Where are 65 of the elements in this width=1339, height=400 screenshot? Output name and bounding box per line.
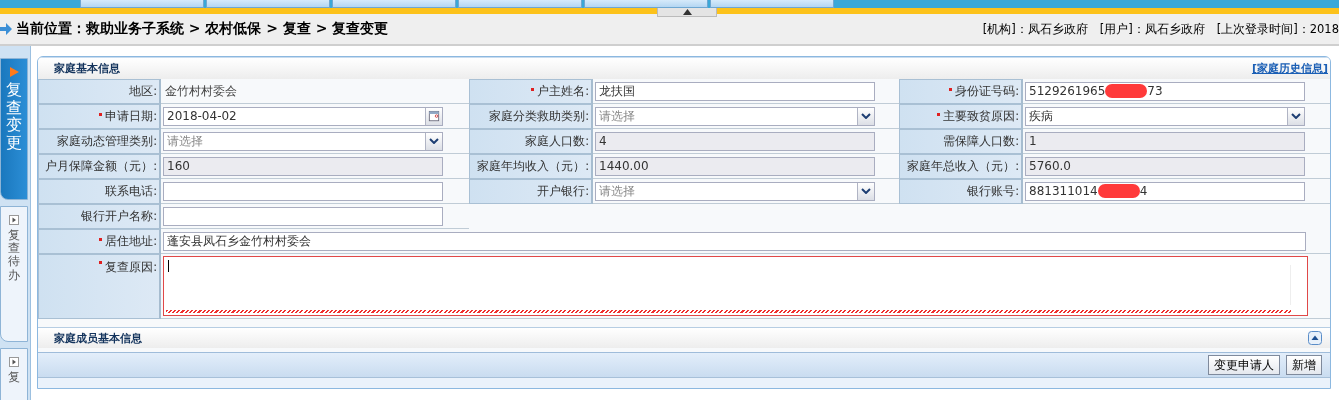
field-label: 身份证号码: [899,79,1023,104]
toolbar-button[interactable]: 新增 [1286,355,1322,375]
field-label: 家庭动态管理类别: [38,129,161,154]
readonly-field: 5760.0 [1025,156,1305,176]
readonly-field: 4 [595,131,875,151]
top-tab[interactable] [458,0,582,8]
dropdown-icon [861,113,871,119]
expand-icon [9,215,19,225]
readonly-field: 160 [163,156,443,176]
text-field[interactable]: 5129261965 73 [1025,81,1305,101]
history-link[interactable]: [家庭历史信息] [1251,61,1328,76]
field-label: 居住地址: [38,229,161,254]
field-label: 联系电话: [38,179,161,204]
text-field[interactable] [163,206,443,226]
breadcrumb: 当前位置：救助业务子系统 > 农村低保 > 复查 > 复查变更 [16,20,389,38]
readonly-field: 1 [1025,131,1305,151]
field-label: 家庭分类救助类别: [469,104,593,129]
text-field[interactable] [163,181,443,201]
dropdown-icon [1291,113,1301,119]
field-label: 银行开户名称: [38,204,161,229]
field-label: 家庭年总收入（元）: [899,154,1023,179]
section-title: 家庭基本信息 [54,61,120,76]
field-value: 金竹村村委会 [164,82,237,100]
user-info: [用户]：凤石乡政府 [1099,21,1205,37]
field-label: 家庭年均收入（元）: [469,154,593,179]
sidebar-tab[interactable]: 复查待办 [0,206,28,342]
field-label: 户月保障金额（元）: [38,154,161,179]
field-label: 户主姓名: [469,79,593,104]
field-label: 开户银行: [469,179,593,204]
text-field[interactable]: 龙扶国 [595,81,875,101]
field-label: 地区: [38,79,161,104]
field-label: 家庭人口数: [469,129,593,154]
section-title: 家庭成员基本信息 [54,330,142,346]
select-field[interactable]: 请选择 [163,131,443,151]
arrow-icon [0,23,12,35]
collapse-icon[interactable] [1308,331,1322,345]
readonly-field: 1440.00 [595,156,875,176]
select-field[interactable]: 疾病 [1025,106,1305,126]
text-field[interactable]: 881311014 4 [1025,181,1305,201]
toolbar-button[interactable]: 变更申请人 [1208,355,1280,375]
top-tab[interactable] [206,0,330,8]
user-info: [机构]：凤石乡政府 [982,21,1088,37]
field-label: 主要致贫原因: [899,104,1023,129]
user-info: [上次登录时间]：2018 [1216,21,1339,37]
dropdown-icon [429,138,439,144]
text-area[interactable] [163,256,1308,316]
select-field[interactable]: 请选择 [595,106,875,126]
redaction-mark [1105,84,1148,98]
text-cursor [168,260,169,272]
redaction-mark [1097,184,1140,198]
sidebar-tab[interactable]: 复查变更 [0,58,28,200]
field-label: 复查原因: [38,254,161,319]
collapse-tab[interactable] [657,8,717,17]
text-field[interactable]: 蓬安县凤石乡金竹村村委会 [163,231,1306,251]
top-tab[interactable] [80,0,204,8]
expand-icon [9,67,19,77]
expand-icon [9,357,19,367]
field-label: 银行账号: [899,179,1023,204]
dropdown-icon [861,188,871,194]
top-tab[interactable] [332,0,456,8]
sidebar-tab[interactable]: 复 [0,348,28,400]
field-label: 申请日期: [38,104,161,129]
field-label: 需保障人口数: [899,129,1023,154]
date-field[interactable]: 2018-04-02 [163,106,443,126]
select-field[interactable]: 请选择 [595,181,875,201]
